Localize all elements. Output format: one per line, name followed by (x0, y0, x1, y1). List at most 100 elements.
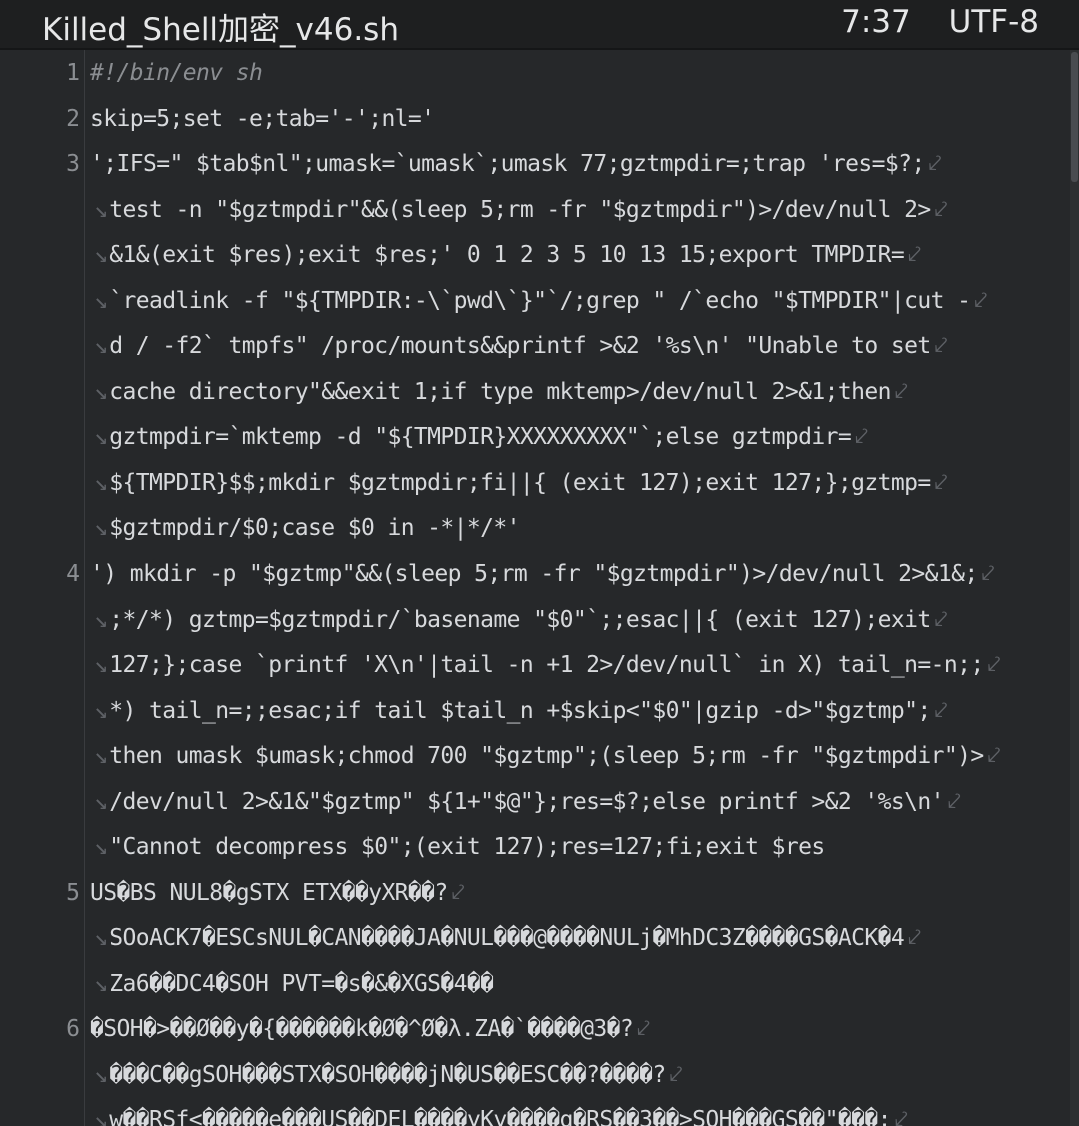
code-line[interactable]: 4 ') mkdir -p "$gztmp"&&(sleep 5;rm -fr … (0, 551, 1065, 597)
wrap-continue-icon: ⤦ (974, 288, 987, 314)
code-text-content: ;*/*) gztmp=$gztmpdir/`basename "$0"`;;e… (109, 607, 931, 633)
code-text: ↘then umask $umask;chmod 700 "$gztmp";(s… (94, 733, 1001, 779)
code-text: ↘$gztmpdir/$0;case $0 in -*|*/*' (94, 505, 521, 551)
code-text-content: ';IFS=" $tab$nl";umask=`umask`;umask 77;… (90, 151, 925, 177)
wrap-continue-icon: ⤦ (934, 470, 948, 496)
code-line-wrapped[interactable]: ↘/dev/null 2>&1&"$gztmp" ${1+"$@"};res=$… (0, 779, 1065, 825)
code-line-wrapped[interactable]: ↘d / -f2` tmpfs" /proc/mounts&&printf >&… (0, 323, 1065, 369)
wrap-continue-icon: ⤦ (934, 698, 948, 724)
code-text: ↘d / -f2` tmpfs" /proc/mounts&&printf >&… (94, 323, 948, 369)
code-text: ↘`readlink -f "${TMPDIR:-\`pwd\`}"`/;gre… (94, 278, 987, 324)
code-text-content: then umask $umask;chmod 700 "$gztmp";(sl… (109, 743, 984, 769)
code-line-wrapped[interactable]: ↘*) tail_n=;;esac;if tail $tail_n +$skip… (0, 688, 1065, 734)
wrap-indicator-icon: ↘ (94, 197, 108, 223)
file-name: Killed_Shell加密_v46.sh (42, 12, 399, 48)
code-text-content: test -n "$gztmpdir"&&(sleep 5;rm -fr "$g… (109, 197, 931, 223)
code-text-content: skip=5;set -e;tab='-';nl=' (90, 106, 435, 132)
code-line[interactable]: 6 �SOH�>��Ø��y�{������k�Ø�^Ø�λ.ZA�`����@… (0, 1006, 1065, 1052)
code-text-content: "Cannot decompress $0";(exit 127);res=12… (109, 834, 825, 860)
code-line-wrapped[interactable]: ↘cache directory"&&exit 1;if type mktemp… (0, 369, 1065, 415)
code-text-content: cache directory"&&exit 1;if type mktemp>… (109, 379, 891, 405)
wrap-continue-icon: ⤦ (928, 151, 942, 177)
code-text-content: SOoACK7�ESCsNUL�CAN����JA�NUL���@����NUL… (109, 925, 905, 951)
wrap-continue-icon: ⤦ (947, 789, 961, 815)
code-line-wrapped[interactable]: ↘gztmpdir=`mktemp -d "${TMPDIR}XXXXXXXXX… (0, 414, 1065, 460)
wrap-continue-icon: ⤦ (451, 880, 465, 906)
code-line[interactable]: 2 skip=5;set -e;tab='-';nl=' (0, 96, 1065, 142)
scrollbar-thumb[interactable] (1071, 52, 1078, 182)
code-text: US�BS NUL8�gSTX ETX��yXR��? ⤦ (90, 870, 465, 916)
code-line-wrapped[interactable]: ↘w��RSf<�����e���US��DEL����yKy����g�RS�… (0, 1097, 1065, 1126)
code-text: ↘���C��gSOH���STX�SOH����jN�US��ESC��?��… (94, 1052, 683, 1098)
code-line-wrapped[interactable]: ↘Za6��DC4�SOH PVT=�s�&�XGS�4�� (0, 961, 1065, 1007)
code-text-content: d / -f2` tmpfs" /proc/mounts&&printf >&2… (109, 333, 931, 359)
code-text-content: *) tail_n=;;esac;if tail $tail_n +$skip<… (109, 698, 931, 724)
code-line-wrapped[interactable]: ↘${TMPDIR}$$;mkdir $gztmpdir;fi||{ (exit… (0, 460, 1065, 506)
code-line-wrapped[interactable]: ↘test -n "$gztmpdir"&&(sleep 5;rm -fr "$… (0, 187, 1065, 233)
code-line[interactable]: 3 ';IFS=" $tab$nl";umask=`umask`;umask 7… (0, 141, 1065, 187)
line-number: 5 (66, 880, 80, 906)
code-text-content: ${TMPDIR}$$;mkdir $gztmpdir;fi||{ (exit … (109, 470, 931, 496)
vertical-scrollbar[interactable] (1070, 50, 1079, 1126)
code-text: ↘&1&(exit $res);exit $res;' 0 1 2 3 5 10… (94, 232, 921, 278)
code-line-wrapped[interactable]: ↘SOoACK7�ESCsNUL�CAN����JA�NUL���@����NU… (0, 915, 1065, 961)
wrap-indicator-icon: ↘ (94, 242, 108, 268)
code-line[interactable]: 1 #!/bin/env sh (0, 50, 1065, 96)
wrap-continue-icon: ⤦ (669, 1062, 683, 1088)
code-text: ';IFS=" $tab$nl";umask=`umask`;umask 77;… (90, 141, 942, 187)
code-line-wrapped[interactable]: ↘$gztmpdir/$0;case $0 in -*|*/*' (0, 505, 1065, 551)
code-text-content: w��RSf<�����e���US��DEL����yKy����g�RS��… (109, 1107, 891, 1126)
code-text: ↘cache directory"&&exit 1;if type mktemp… (94, 369, 908, 415)
code-text: ↘*) tail_n=;;esac;if tail $tail_n +$skip… (94, 688, 948, 734)
cursor-position[interactable]: 7:37 (841, 4, 911, 40)
code-line-wrapped[interactable]: ↘`readlink -f "${TMPDIR:-\`pwd\`}"`/;gre… (0, 278, 1065, 324)
code-text-content: US�BS NUL8�gSTX ETX��yXR��? (90, 880, 448, 906)
wrap-continue-icon: ⤦ (934, 607, 948, 633)
encoding-indicator[interactable]: UTF-8 (949, 4, 1039, 40)
code-line-wrapped[interactable]: ↘then umask $umask;chmod 700 "$gztmp";(s… (0, 733, 1065, 779)
code-text: ↘${TMPDIR}$$;mkdir $gztmpdir;fi||{ (exit… (94, 460, 948, 506)
wrap-continue-icon: ⤦ (637, 1016, 650, 1042)
wrap-indicator-icon: ↘ (94, 1062, 108, 1088)
code-text: ↘Za6��DC4�SOH PVT=�s�&�XGS�4�� (94, 961, 494, 1007)
wrap-indicator-icon: ↘ (94, 379, 108, 405)
code-line-wrapped[interactable]: ↘"Cannot decompress $0";(exit 127);res=1… (0, 824, 1065, 870)
code-text-content: Za6��DC4�SOH PVT=�s�&�XGS�4�� (109, 971, 494, 997)
code-text: ↘SOoACK7�ESCsNUL�CAN����JA�NUL���@����NU… (94, 915, 921, 961)
code-text: ') mkdir -p "$gztmp"&&(sleep 5;rm -fr "$… (90, 551, 995, 597)
code-line-wrapped[interactable]: ↘127;};case `printf 'X\n'|tail -n +1 2>/… (0, 642, 1065, 688)
code-text: ↘w��RSf<�����e���US��DEL����yKy����g�RS�… (94, 1097, 908, 1126)
code-line[interactable]: 5 US�BS NUL8�gSTX ETX��yXR��? ⤦ (0, 870, 1065, 916)
code-text-content: &1&(exit $res);exit $res;' 0 1 2 3 5 10 … (109, 242, 905, 268)
wrap-indicator-icon: ↘ (94, 789, 108, 815)
line-number: 6 (66, 1016, 80, 1042)
code-text-content: gztmpdir=`mktemp -d "${TMPDIR}XXXXXXXXX"… (109, 424, 852, 450)
code-text: ↘;*/*) gztmp=$gztmpdir/`basename "$0"`;;… (94, 597, 948, 643)
status-area: 7:37 UTF-8 (813, 4, 1039, 40)
code-line-wrapped[interactable]: ↘;*/*) gztmp=$gztmpdir/`basename "$0"`;;… (0, 597, 1065, 643)
wrap-continue-icon: ⤦ (934, 197, 948, 223)
wrap-indicator-icon: ↘ (94, 1107, 108, 1126)
code-text: ↘"Cannot decompress $0";(exit 127);res=1… (94, 824, 825, 870)
wrap-indicator-icon: ↘ (94, 971, 108, 997)
code-text-content: /dev/null 2>&1&"$gztmp" ${1+"$@"};res=$?… (109, 789, 944, 815)
code-text: ↘127;};case `printf 'X\n'|tail -n +1 2>/… (94, 642, 1001, 688)
code-text: ↘gztmpdir=`mktemp -d "${TMPDIR}XXXXXXXXX… (94, 414, 868, 460)
code-line-wrapped[interactable]: ↘���C��gSOH���STX�SOH����jN�US��ESC��?��… (0, 1052, 1065, 1098)
wrap-continue-icon: ⤦ (908, 925, 921, 951)
code-text: #!/bin/env sh (90, 60, 263, 86)
wrap-indicator-icon: ↘ (94, 333, 108, 359)
code-text: ↘/dev/null 2>&1&"$gztmp" ${1+"$@"};res=$… (94, 779, 961, 825)
code-text: �SOH�>��Ø��y�{������k�Ø�^Ø�λ.ZA�`����@3�… (90, 1006, 650, 1052)
wrap-continue-icon: ⤦ (987, 743, 1001, 769)
line-number: 1 (66, 60, 80, 86)
title-bar: Killed_Shell加密_v46.sh 7:37 UTF-8 (0, 0, 1079, 50)
code-text-content: 127;};case `printf 'X\n'|tail -n +1 2>/d… (109, 652, 984, 678)
line-number: 4 (66, 561, 80, 587)
code-editor[interactable]: 1 #!/bin/env sh 2 skip=5;set -e;tab='-';… (0, 50, 1079, 1126)
code-line-wrapped[interactable]: ↘&1&(exit $res);exit $res;' 0 1 2 3 5 10… (0, 232, 1065, 278)
wrap-continue-icon: ⤦ (894, 379, 908, 405)
wrap-indicator-icon: ↘ (94, 925, 108, 951)
code-text-content: `readlink -f "${TMPDIR:-\`pwd\`}"`/;grep… (109, 288, 971, 314)
wrap-indicator-icon: ↘ (94, 834, 108, 860)
